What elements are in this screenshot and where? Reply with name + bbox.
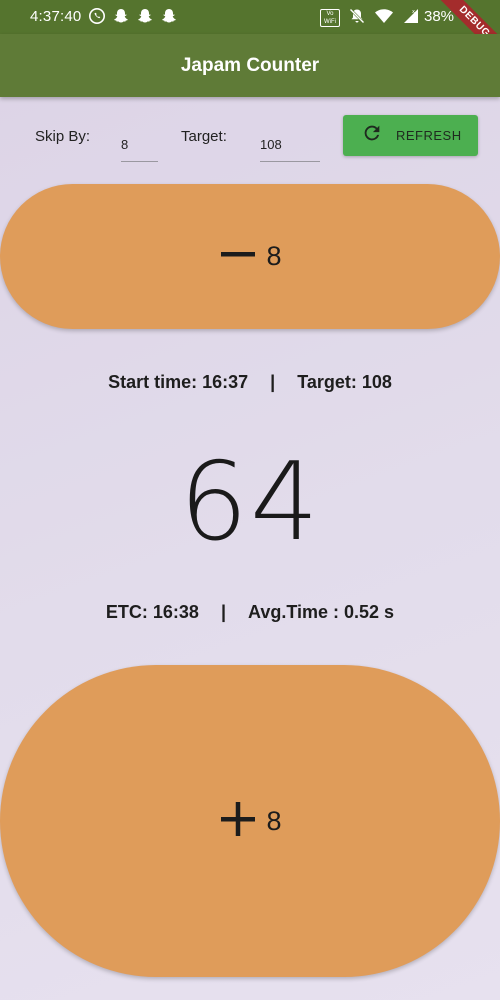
status-bar: 4:37:40 Vo WiFi x 38% <box>0 0 500 34</box>
increment-amount: 8 <box>266 805 282 836</box>
target-label: Target: <box>181 128 227 145</box>
target-input[interactable] <box>260 127 320 162</box>
plus-icon <box>218 799 258 844</box>
wifi-icon <box>374 7 394 29</box>
increment-button[interactable]: 8 <box>0 665 500 977</box>
minus-icon <box>218 234 258 279</box>
start-time: Start time: 16:37 <box>108 372 249 392</box>
refresh-button[interactable]: REFRESH <box>343 115 478 156</box>
timing-info: ETC: 16:38 | Avg.Time : 0.52 s <box>0 602 500 623</box>
decrement-button[interactable]: 8 <box>0 184 500 329</box>
cellular-signal-icon: x <box>402 7 420 29</box>
refresh-label: REFRESH <box>396 128 462 143</box>
counter-value: 64 <box>179 440 321 565</box>
system-icons: Vo WiFi x <box>320 7 420 29</box>
snapchat-icon <box>136 7 154 25</box>
separator: | <box>270 372 276 392</box>
snapchat-icon <box>160 7 178 25</box>
whatsapp-icon <box>88 7 106 25</box>
notification-icons <box>88 7 178 25</box>
etc-time: ETC: 16:38 <box>105 602 199 622</box>
svg-text:x: x <box>412 9 415 15</box>
snapchat-icon <box>112 7 130 25</box>
separator: | <box>220 602 226 622</box>
session-info: Start time: 16:37 | Target: 108 <box>0 372 500 393</box>
status-time: 4:37:40 <box>30 8 82 25</box>
decrement-amount: 8 <box>266 241 282 271</box>
skip-by-label: Skip By: <box>35 128 91 145</box>
skip-by-input[interactable] <box>121 127 158 162</box>
refresh-icon <box>361 122 383 149</box>
mute-icon <box>348 7 366 29</box>
avg-time: Avg.Time : 0.52 s <box>248 602 395 622</box>
vowifi-icon: Vo WiFi <box>320 9 340 27</box>
target-display: Target: 108 <box>297 372 392 392</box>
app-title: Japam Counter <box>180 54 320 76</box>
app-bar: Japam Counter <box>0 34 500 97</box>
battery-level: 38% <box>424 8 455 25</box>
